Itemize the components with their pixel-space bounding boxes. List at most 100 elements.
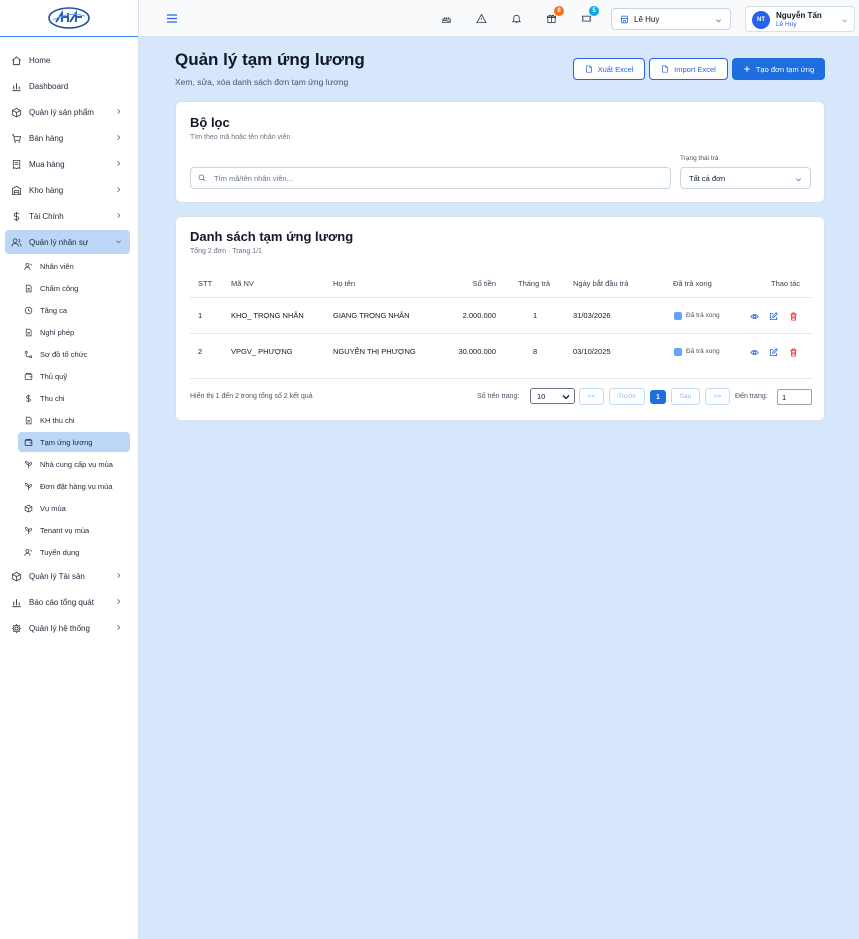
bell-icon[interactable] — [511, 13, 522, 24]
avatar: NT — [752, 11, 770, 29]
chevron-down-icon — [116, 240, 121, 244]
sidebar-subitem-recruitment[interactable]: Tuyển dụng — [18, 542, 130, 562]
sidebar-subitem-overtime[interactable]: Tăng ca — [18, 300, 130, 320]
sidebar-subitem-income-expense-plan[interactable]: KH thu chi — [18, 410, 130, 430]
sidebar-subitem-org-chart[interactable]: Sơ đồ tổ chức — [18, 344, 130, 364]
sidebar: Home Dashboard Quản lý sản phẩm Bán hàng… — [0, 0, 139, 939]
user-menu[interactable]: NT Nguyễn Tấn Lê Huy — [745, 6, 855, 32]
sidebar-subitem-income-expense[interactable]: Thu chi — [18, 388, 130, 408]
clock-icon — [24, 306, 33, 315]
ticket-badge: 5 — [589, 6, 599, 16]
chevron-down-icon — [716, 19, 721, 23]
last-page-button[interactable]: >> — [705, 388, 730, 405]
sidebar-subitem-treasurer[interactable]: Thủ quỹ — [18, 366, 130, 386]
sidebar-subitem-label: Thủ quỹ — [40, 371, 68, 381]
delete-icon[interactable] — [789, 348, 798, 357]
search-icon — [198, 174, 206, 182]
view-icon[interactable] — [750, 312, 759, 321]
sidebar-item-assets[interactable]: Quản lý Tài sản — [5, 564, 130, 588]
sidebar-subitem-label: Tăng ca — [40, 305, 68, 315]
column-header-stt: STT — [198, 279, 213, 288]
paid-label: Đã trả xong — [686, 348, 720, 355]
search-field[interactable] — [190, 167, 671, 189]
view-icon[interactable] — [750, 348, 759, 357]
sidebar-item-label: Quản lý sản phẩm — [29, 107, 94, 117]
cell-employee-code: KHO_ TRỌNG NHÂN — [231, 311, 304, 320]
sidebar-item-dashboard[interactable]: Dashboard — [5, 74, 130, 98]
cake-icon[interactable] — [441, 13, 452, 24]
create-advance-button[interactable]: Tạo đơn tạm ứng — [732, 58, 825, 80]
menu-icon[interactable] — [166, 13, 178, 24]
sidebar-subitem-leave[interactable]: Nghỉ phép — [18, 322, 130, 342]
export-excel-label: Xuất Excel — [597, 64, 634, 74]
cell-months: 1 — [533, 311, 538, 320]
delete-icon[interactable] — [789, 312, 798, 321]
home-icon — [11, 55, 22, 66]
goto-page-input[interactable] — [777, 389, 812, 405]
sidebar-subitem-label: Nhà cung cấp vụ mùa — [40, 459, 113, 469]
sidebar-item-sales[interactable]: Bán hàng — [5, 126, 130, 150]
branch-select[interactable]: Lê Huy — [611, 8, 731, 30]
sidebar-item-hr[interactable]: Quản lý nhân sự — [5, 230, 130, 254]
dollar-icon — [11, 211, 22, 222]
sidebar-item-purchasing[interactable]: Mua hàng — [5, 152, 130, 176]
sidebar-subitem-crop-tenants[interactable]: Tenant vụ mùa — [18, 520, 130, 540]
next-page-button[interactable]: Sau — [671, 388, 700, 405]
sidebar-nav: Home Dashboard Quản lý sản phẩm Bán hàng… — [0, 37, 138, 640]
per-page-label: Số trên trang: — [477, 393, 520, 400]
sidebar-subitem-salary-advance[interactable]: Tạm ứng lương — [18, 432, 130, 452]
sidebar-subitem-label: Thu chi — [40, 393, 65, 403]
sidebar-item-label: Home — [29, 55, 51, 65]
org-chart-icon — [24, 350, 33, 359]
warning-icon[interactable] — [476, 13, 487, 24]
status-filter-label: Trạng thái trả — [680, 155, 719, 162]
paid-checkbox[interactable] — [674, 312, 682, 320]
sidebar-item-reports[interactable]: Báo cáo tổng quát — [5, 590, 130, 614]
sidebar-subitem-label: Đơn đặt hàng vụ mùa — [40, 481, 113, 491]
import-excel-button[interactable]: Import Excel — [649, 58, 728, 80]
status-filter-select[interactable]: Tất cả đơn — [680, 167, 811, 189]
document-icon — [24, 416, 33, 425]
company-logo[interactable] — [48, 7, 90, 29]
filter-title: Bộ lọc — [190, 115, 230, 130]
results-info: Hiển thị 1 đến 2 trong tổng số 2 kết quả — [190, 393, 313, 400]
sidebar-item-label: Bán hàng — [29, 133, 64, 143]
bar-chart-icon — [11, 81, 22, 92]
plus-icon — [744, 66, 750, 72]
sidebar-item-warehouse[interactable]: Kho hàng — [5, 178, 130, 202]
paid-checkbox[interactable] — [674, 348, 682, 356]
current-page-button[interactable]: 1 — [650, 390, 666, 404]
sidebar-item-products[interactable]: Quản lý sản phẩm — [5, 100, 130, 124]
chevron-right-icon — [117, 599, 121, 604]
sidebar-subitem-employees[interactable]: Nhân viên — [18, 256, 130, 276]
file-icon — [585, 65, 592, 73]
prev-page-button[interactable]: Trước — [609, 388, 645, 405]
filter-card: Bộ lọc Tìm theo mã hoặc tên nhân viên Tr… — [175, 101, 825, 203]
sprout-icon — [24, 482, 33, 491]
first-page-button[interactable]: << — [579, 388, 604, 405]
sidebar-subitem-label: Nghỉ phép — [40, 327, 75, 337]
cell-months: 8 — [533, 347, 538, 356]
per-page-select[interactable]: 10 — [530, 388, 575, 404]
sidebar-subitem-attendance[interactable]: Chấm công — [18, 278, 130, 298]
sidebar-subitem-crop-orders[interactable]: Đơn đặt hàng vụ mùa — [18, 476, 130, 496]
edit-icon[interactable] — [769, 312, 778, 321]
import-excel-label: Import Excel — [674, 64, 716, 74]
edit-icon[interactable] — [769, 348, 778, 357]
sidebar-item-label: Kho hàng — [29, 185, 64, 195]
page-subtitle: Xem, sửa, xóa danh sách đơn tạm ứng lươn… — [175, 77, 349, 87]
export-excel-button[interactable]: Xuất Excel — [573, 58, 645, 80]
row-divider — [190, 333, 812, 334]
sidebar-item-system[interactable]: Quản lý hệ thống — [5, 616, 130, 640]
filter-subtitle: Tìm theo mã hoặc tên nhân viên — [190, 134, 291, 141]
user-name: Nguyễn Tấn — [776, 11, 822, 20]
search-input[interactable] — [214, 173, 654, 183]
chevron-right-icon — [117, 135, 121, 140]
users-icon — [24, 262, 33, 271]
sidebar-subitem-crop-suppliers[interactable]: Nhà cung cấp vụ mùa — [18, 454, 130, 474]
cell-stt: 2 — [198, 347, 203, 356]
wallet-icon — [24, 438, 33, 447]
sidebar-subitem-crops[interactable]: Vụ mùa — [18, 498, 130, 518]
sidebar-item-finance[interactable]: Tài Chính — [5, 204, 130, 228]
sidebar-item-home[interactable]: Home — [5, 48, 130, 72]
